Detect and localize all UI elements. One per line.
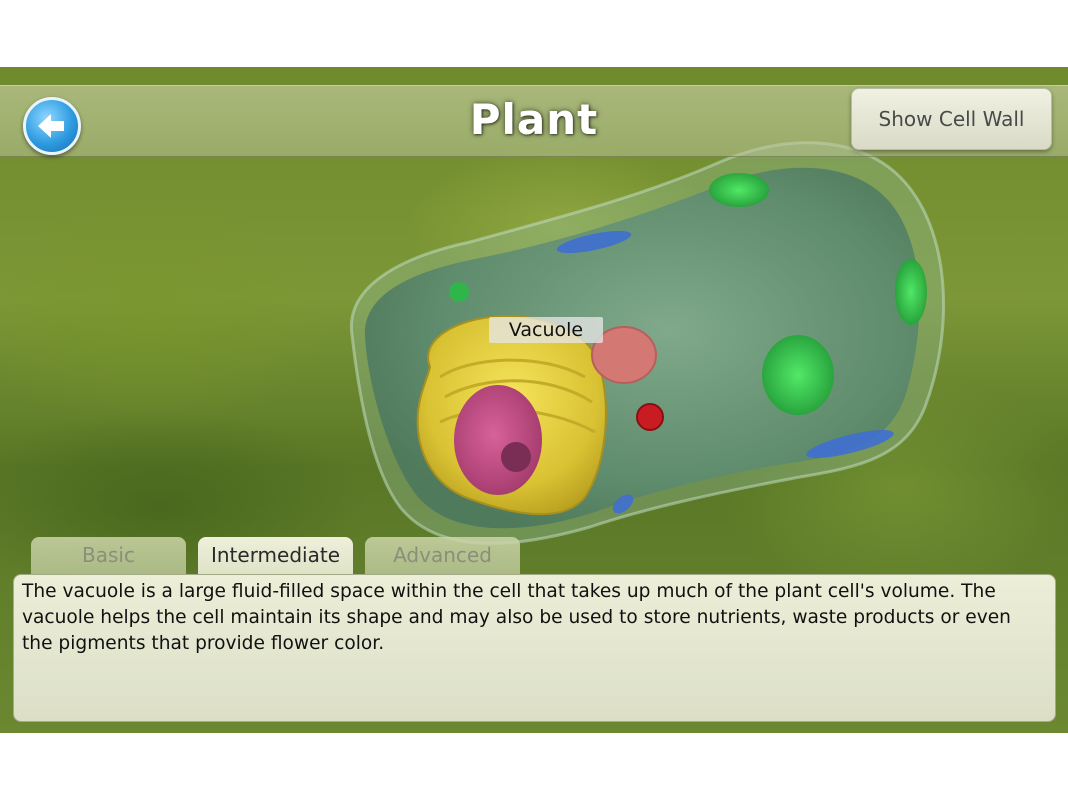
chloroplast[interactable]: [762, 335, 834, 415]
tab-basic[interactable]: Basic: [31, 537, 186, 574]
back-button[interactable]: [23, 97, 81, 155]
description-text: The vacuole is a large fluid-filled spac…: [22, 581, 1011, 654]
description-panel: The vacuole is a large fluid-filled spac…: [13, 574, 1056, 722]
app-screen: Plant Show Cell Wall Vacuole Basic Inter…: [0, 67, 1068, 733]
organelle-label: Vacuole: [489, 317, 603, 343]
show-cell-wall-button[interactable]: Show Cell Wall: [851, 88, 1052, 150]
tab-intermediate[interactable]: Intermediate: [198, 537, 353, 574]
lysosome[interactable]: [636, 403, 664, 431]
back-arrow-icon: [38, 114, 64, 138]
chloroplast[interactable]: [709, 173, 769, 207]
page-title: Plant: [469, 95, 599, 144]
nucleus[interactable]: [454, 385, 542, 495]
tab-advanced[interactable]: Advanced: [365, 537, 520, 574]
chloroplast[interactable]: [895, 259, 927, 325]
peroxisome[interactable]: [449, 282, 469, 302]
nucleolus[interactable]: [501, 442, 531, 472]
